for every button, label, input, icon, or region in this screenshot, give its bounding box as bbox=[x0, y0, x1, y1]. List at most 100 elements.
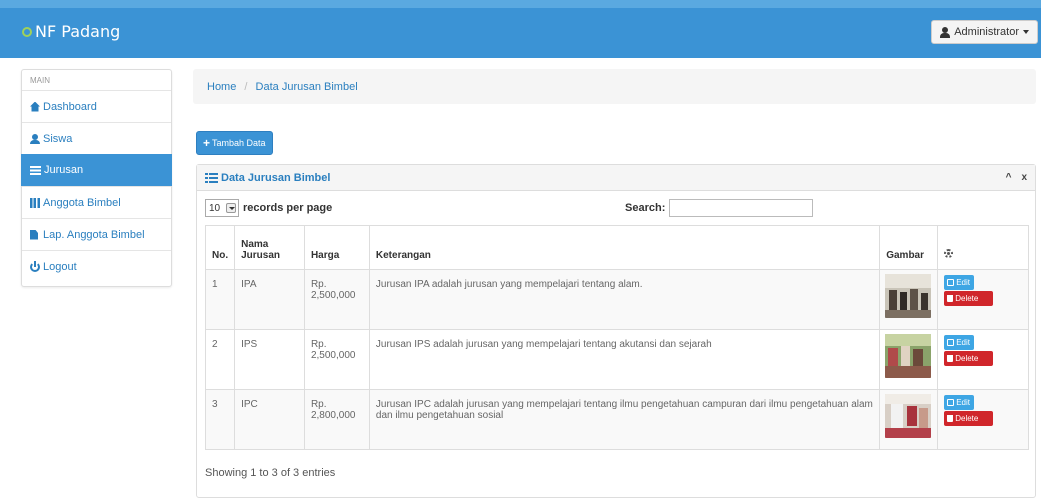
jurusan-image bbox=[885, 394, 932, 438]
edit-label: Edit bbox=[956, 398, 971, 407]
column-header-no[interactable]: No. bbox=[204, 225, 236, 270]
delete-label: Delete bbox=[955, 354, 979, 363]
add-data-button[interactable]: + Tambah Data bbox=[196, 131, 273, 155]
breadcrumb-home[interactable]: Home bbox=[207, 81, 236, 93]
delete-label: Delete bbox=[955, 414, 979, 423]
jurusan-image bbox=[885, 334, 932, 378]
sidebar-item-dashboard[interactable]: Dashboard bbox=[22, 90, 171, 122]
trash-icon bbox=[947, 355, 954, 362]
page-length-control: 10 records per page bbox=[205, 199, 332, 217]
sidebar-item-lap-anggota-bimbel[interactable]: Lap. Anggota Bimbel bbox=[22, 218, 171, 250]
sidebar: MAIN Dashboard Siswa Jurusan Anggota Bim… bbox=[21, 69, 172, 287]
file-icon bbox=[30, 229, 38, 240]
edit-icon bbox=[947, 279, 955, 286]
column-header-keterangan[interactable]: Keterangan bbox=[368, 225, 881, 270]
edit-label: Edit bbox=[956, 338, 971, 347]
trash-icon bbox=[947, 295, 954, 302]
cell-keterangan: Jurusan IPS adalah jurusan yang mempelaj… bbox=[368, 329, 881, 390]
cell-actions: Edit Delete bbox=[937, 329, 1029, 390]
sidebar-item-label: Lap. Anggota Bimbel bbox=[43, 228, 145, 241]
edit-label: Edit bbox=[956, 278, 971, 287]
plus-icon: + bbox=[203, 136, 211, 150]
trash-icon bbox=[947, 415, 954, 422]
column-header-gambar[interactable]: Gambar bbox=[879, 225, 939, 270]
edit-button[interactable]: Edit bbox=[944, 275, 975, 290]
jurusan-image bbox=[885, 274, 932, 318]
sidebar-item-logout[interactable]: Logout bbox=[22, 250, 171, 282]
close-icon[interactable]: x bbox=[1021, 172, 1027, 183]
edit-button[interactable]: Edit bbox=[944, 395, 975, 410]
cell-actions: Edit Delete bbox=[937, 389, 1029, 450]
page-length-label: records per page bbox=[243, 202, 333, 214]
edit-icon bbox=[947, 399, 955, 406]
page-length-value: 10 bbox=[209, 202, 221, 214]
table-row: 1 IPA Rp. 2,500,000 Jurusan IPA adalah j… bbox=[204, 269, 1029, 330]
cell-no: 3 bbox=[204, 389, 236, 450]
user-menu-button[interactable]: Administrator bbox=[931, 20, 1038, 44]
list-icon bbox=[205, 172, 218, 183]
column-header-actions bbox=[937, 225, 1029, 270]
table-header-row: No. Nama Jurusan Harga Keterangan Gambar bbox=[204, 225, 1029, 270]
sidebar-item-label: Anggota Bimbel bbox=[43, 196, 121, 209]
brand-logo-icon bbox=[22, 26, 32, 37]
table-row: 2 IPS Rp. 2,500,000 Jurusan IPS adalah j… bbox=[204, 329, 1029, 390]
panel-header: Data Jurusan Bimbel ^ x bbox=[197, 165, 1035, 191]
table-info: Showing 1 to 3 of 3 entries bbox=[205, 467, 336, 479]
panel-tools: ^ x bbox=[1006, 172, 1027, 183]
home-icon bbox=[30, 101, 40, 112]
cell-nama: IPA bbox=[234, 269, 305, 330]
cell-keterangan: Jurusan IPA adalah jurusan yang mempelaj… bbox=[368, 269, 881, 330]
cell-gambar bbox=[879, 329, 939, 390]
table-row: 3 IPC Rp. 2,800,000 Jurusan IPC adalah j… bbox=[204, 389, 1029, 450]
gear-icon bbox=[944, 249, 954, 258]
list-icon bbox=[30, 165, 41, 175]
sidebar-item-label: Siswa bbox=[43, 132, 73, 145]
data-panel: Data Jurusan Bimbel ^ x 10 records per p… bbox=[196, 164, 1036, 498]
cell-nama: IPS bbox=[234, 329, 305, 390]
brand-name: NF Padang bbox=[35, 22, 121, 41]
page-length-select[interactable]: 10 bbox=[205, 199, 239, 217]
brand[interactable]: NF Padang bbox=[22, 22, 120, 41]
cell-no: 2 bbox=[204, 329, 236, 390]
delete-button[interactable]: Delete bbox=[944, 291, 994, 306]
sidebar-item-siswa[interactable]: Siswa bbox=[22, 122, 171, 154]
search-control: Search: bbox=[625, 199, 814, 217]
cell-harga: Rp. 2,500,000 bbox=[303, 329, 370, 390]
sidebar-item-anggota-bimbel[interactable]: Anggota Bimbel bbox=[22, 186, 171, 218]
cell-harga: Rp. 2,800,000 bbox=[303, 389, 370, 450]
delete-button[interactable]: Delete bbox=[944, 351, 994, 366]
delete-label: Delete bbox=[955, 294, 979, 303]
edit-button[interactable]: Edit bbox=[944, 335, 975, 350]
user-menu-label: Administrator bbox=[954, 26, 1019, 38]
sidebar-heading: MAIN bbox=[30, 76, 50, 85]
caret-down-icon bbox=[1023, 30, 1029, 34]
user-icon bbox=[940, 26, 951, 38]
delete-button[interactable]: Delete bbox=[944, 411, 994, 426]
breadcrumb: Home / Data Jurusan Bimbel bbox=[193, 69, 1036, 104]
search-input[interactable] bbox=[669, 199, 814, 217]
column-header-nama-jurusan[interactable]: Nama Jurusan bbox=[234, 225, 305, 270]
sidebar-item-label: Dashboard bbox=[43, 100, 97, 113]
sidebar-item-label: Logout bbox=[43, 260, 77, 273]
cell-harga: Rp. 2,500,000 bbox=[303, 269, 370, 330]
cell-actions: Edit Delete bbox=[937, 269, 1029, 330]
top-navbar: NF Padang Administrator bbox=[0, 0, 1041, 58]
cell-nama: IPC bbox=[234, 389, 305, 450]
cell-gambar bbox=[879, 389, 939, 450]
cell-gambar bbox=[879, 269, 939, 330]
sidebar-item-jurusan[interactable]: Jurusan bbox=[21, 154, 172, 186]
collapse-icon[interactable]: ^ bbox=[1006, 172, 1012, 183]
edit-icon bbox=[947, 339, 955, 346]
jurusan-table: No. Nama Jurusan Harga Keterangan Gambar… bbox=[204, 225, 1029, 450]
column-header-harga[interactable]: Harga bbox=[303, 225, 370, 270]
cell-no: 1 bbox=[204, 269, 236, 330]
th-icon bbox=[30, 197, 40, 208]
panel-title: Data Jurusan Bimbel bbox=[221, 171, 331, 184]
user-icon bbox=[30, 133, 40, 144]
power-icon bbox=[30, 260, 40, 272]
chevron-down-icon bbox=[226, 203, 236, 213]
sidebar-item-label: Jurusan bbox=[44, 164, 84, 176]
breadcrumb-current: Data Jurusan Bimbel bbox=[255, 81, 358, 93]
breadcrumb-separator: / bbox=[244, 81, 248, 93]
cell-keterangan: Jurusan IPC adalah jurusan yang mempelaj… bbox=[368, 389, 881, 450]
